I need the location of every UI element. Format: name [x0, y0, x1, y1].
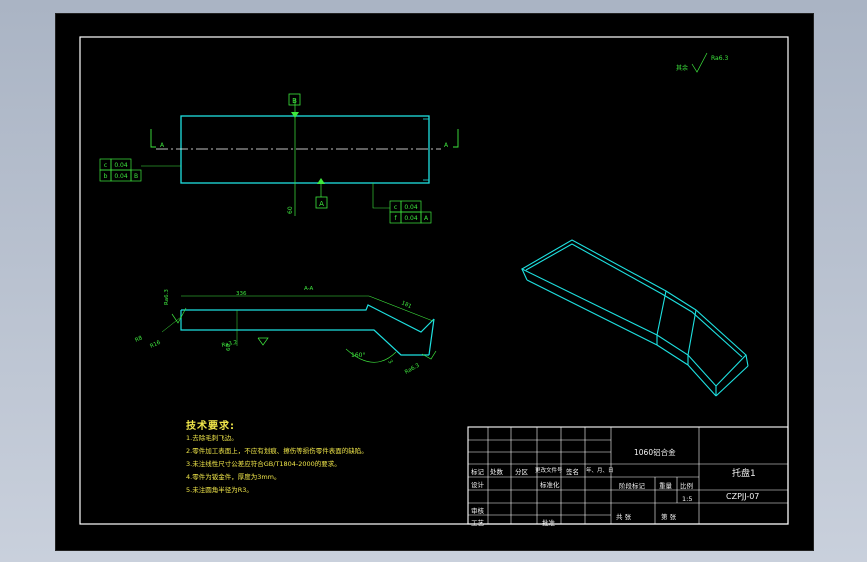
- design-label: 设计: [471, 481, 484, 489]
- dim-thk-label: 3: [386, 359, 393, 365]
- roughness-note-value: Ra6.3: [711, 55, 728, 62]
- iso-edge: [745, 354, 749, 367]
- header-cell: 分区: [515, 468, 528, 476]
- section-title: A-A: [304, 286, 314, 292]
- iso-edge: [687, 364, 717, 397]
- section-view: 336 A-A 181 160° R8 R16 3 60 Ra6.3 Ra3.2…: [134, 286, 437, 376]
- dim-line: [161, 316, 182, 333]
- fcf-right-2-sym: f: [394, 215, 397, 222]
- scale-value: 1:5: [682, 495, 693, 503]
- check-label: 审核: [471, 507, 484, 515]
- section-marker-right: [453, 129, 459, 148]
- fcf-left-2-ref: B: [134, 173, 138, 180]
- process-label: 工艺: [471, 519, 484, 527]
- approve-label: 批准: [542, 519, 555, 527]
- fcf-left-1-val: 0.04: [114, 162, 128, 169]
- roughness-note-prefix: 其余: [676, 64, 688, 72]
- section-end: [428, 318, 435, 356]
- roughness-note: 其余 Ra6.3: [676, 52, 728, 73]
- fcf-right-2-val: 0.04: [404, 215, 418, 222]
- section-inner-profile: [181, 304, 435, 333]
- front-view-outline: [180, 115, 430, 184]
- header-cell: 年、月、日: [586, 468, 614, 474]
- iso-inner-wall: [525, 243, 743, 358]
- weight-label: 重量: [659, 482, 672, 490]
- dim-length-label: 336: [236, 291, 247, 297]
- sheet-number: 第 张: [661, 513, 677, 521]
- front-view: B A 60 A A c 0.04 b 0.04 B c 0.04 f 0.04…: [99, 93, 459, 224]
- tech-requirement-line: 5.未注圆角半径为R3。: [186, 486, 253, 494]
- tech-requirement-line: 2.零件加工表面上，不应有划痕、擦伤等损伤零件表面的缺陷。: [186, 447, 368, 455]
- fcf-right-2-ref: A: [424, 215, 429, 222]
- standard-label: 标准化: [540, 481, 560, 489]
- dim-r2-label: R16: [149, 340, 162, 350]
- scale-label: 比例: [680, 482, 693, 490]
- tech-requirements: 技术要求: 1.去除毛刺飞边。 2.零件加工表面上，不应有划痕、擦伤等损伤零件表…: [186, 417, 368, 497]
- tech-requirement-line: 1.去除毛刺飞边。: [186, 434, 238, 442]
- stage-mark-label: 阶段标记: [619, 482, 645, 490]
- iso-tray-outline: [520, 239, 747, 387]
- iso-edge: [526, 279, 658, 346]
- fcf-leader: [372, 183, 390, 209]
- header-cell: 标记: [471, 468, 484, 476]
- dim-arrow: [317, 178, 325, 184]
- tech-requirement-line: 3.未注线性尺寸公差应符合GB/T1804-2000的要求。: [186, 460, 341, 468]
- iso-fold-line: [656, 290, 667, 336]
- section-left-label: A: [160, 142, 165, 149]
- drawing-canvas: B A 60 A A c 0.04 b 0.04 B c 0.04 f 0.04…: [79, 36, 789, 525]
- fcf-right-1-val: 0.04: [404, 204, 418, 211]
- iso-fold-line: [687, 309, 697, 356]
- header-cell: 签名: [566, 468, 579, 476]
- fcf-right-1-sym: c: [394, 204, 397, 211]
- tech-requirement-line: 4.零件为钣金件，厚度为3mm。: [186, 473, 281, 481]
- datum-a-label: A: [319, 200, 324, 208]
- section-marker-left: [150, 129, 156, 148]
- fcf-left-2-sym: b: [104, 173, 108, 180]
- tech-requirements-title: 技术要求:: [186, 421, 235, 432]
- fcf-left-1-sym: c: [104, 162, 107, 169]
- dim-vertical-label: 60: [287, 206, 294, 214]
- dim-arrow: [291, 112, 299, 118]
- roughness-symbol: [691, 52, 708, 73]
- datum-b-label: B: [292, 97, 297, 105]
- drawing-number: CZPJJ-07: [726, 492, 760, 501]
- roughness-symbol: [257, 337, 269, 346]
- angle-label: 160°: [351, 352, 365, 359]
- part-name: 托盘1: [732, 469, 756, 479]
- material-label: 1060铝合金: [634, 448, 676, 457]
- sheets-total: 共 张: [616, 513, 632, 521]
- header-cell: 更改文件号: [535, 468, 563, 474]
- rough-top-label: Ra6.3: [164, 289, 170, 305]
- dim-line-slope: [368, 295, 434, 322]
- dim-r1-label: R8: [134, 335, 144, 344]
- rough-end-label: Ra6.3: [404, 362, 421, 375]
- section-right-label: A: [444, 142, 449, 149]
- iso-edge: [656, 344, 689, 366]
- isometric-view: [520, 239, 749, 397]
- header-cell: 处数: [490, 468, 503, 476]
- fcf-left-2-val: 0.04: [114, 173, 128, 180]
- drawing-sheet: B A 60 A A c 0.04 b 0.04 B c 0.04 f 0.04…: [55, 13, 814, 551]
